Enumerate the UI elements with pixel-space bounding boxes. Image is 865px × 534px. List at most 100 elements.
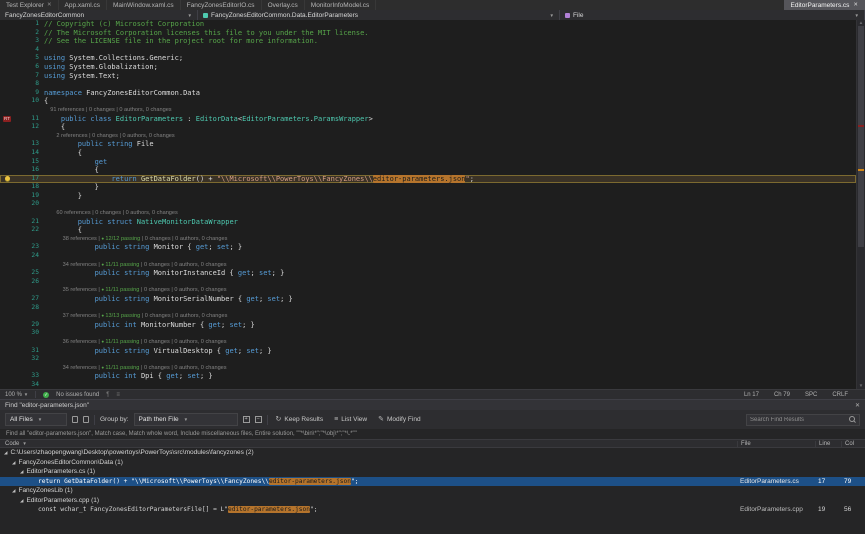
lightbulb-icon[interactable] [5, 176, 10, 181]
list-view-button[interactable]: ≡ List View [331, 414, 370, 426]
keep-results-button[interactable]: ↻ Keep Results [273, 414, 327, 426]
scroll-down-icon[interactable]: ▼ [857, 383, 865, 389]
tab-test-explorer[interactable]: Test Explorer✕ [0, 0, 59, 10]
codelens-line[interactable]: 34 references | 11/11 passing | 0 change… [0, 261, 856, 270]
column-header-code[interactable]: Code ▼ [0, 441, 737, 447]
group-by-dropdown[interactable]: Path then File ▼ [134, 413, 238, 426]
code-line[interactable]: 19 } [0, 192, 856, 201]
class-icon [203, 13, 208, 18]
code-line[interactable]: 12 { [0, 123, 856, 132]
expander-icon[interactable]: ◢ [20, 467, 23, 477]
find-summary: Find all "editor-parameters.json", Match… [0, 429, 865, 439]
indent-guides-icon[interactable]: ≡ [116, 392, 120, 398]
code-line[interactable]: 32 [0, 355, 856, 364]
expander-icon[interactable]: ◢ [20, 496, 23, 506]
code-line[interactable]: 14 { [0, 149, 856, 158]
codelens-line[interactable]: 91 references | 0 changes | 0 authors, 0… [0, 106, 856, 115]
project-dropdown[interactable]: FancyZonesEditorCommon ▼ [0, 10, 198, 20]
type-dropdown[interactable]: FancyZonesEditorCommon.Data.EditorParame… [198, 10, 560, 20]
find-result-row[interactable]: ◢C:\Users\zhaopengwang\Desktop\powertoys… [0, 448, 865, 458]
code-line[interactable]: 10{ [0, 97, 856, 106]
expander-icon[interactable]: ◢ [12, 486, 15, 496]
scrollbar-thumb[interactable] [858, 26, 864, 247]
expand-all-icon[interactable]: + [243, 416, 250, 423]
code-line[interactable]: 6using System.Globalization; [0, 63, 856, 72]
prev-result-icon[interactable] [72, 416, 78, 423]
find-result-row[interactable]: ◢EditorParameters.cpp (1) [0, 496, 865, 506]
code-line[interactable]: 17 return GetDataFolder() + "\\Microsoft… [0, 175, 856, 184]
code-line[interactable]: 8 [0, 80, 856, 89]
codelens-line[interactable]: 38 references | 12/12 passing | 0 change… [0, 235, 856, 244]
find-result-row[interactable]: const wchar_t FancyZonesEditorParameters… [0, 505, 865, 515]
collapse-all-icon[interactable]: − [255, 416, 262, 423]
code-line[interactable]: 28 [0, 304, 856, 313]
tab-app-xaml-cs[interactable]: App.xaml.cs [59, 0, 107, 10]
tab-active[interactable]: EditorParameters.cs ✕ [784, 0, 865, 10]
code-line[interactable]: 5using System.Collections.Generic; [0, 54, 856, 63]
find-result-row[interactable]: ◢EditorParameters.cs (1) [0, 467, 865, 477]
editor-scrollbar[interactable]: ▲ ▼ [856, 20, 865, 389]
code-line[interactable]: 18 } [0, 183, 856, 192]
tab-monitorinfomodel-cs[interactable]: MonitorInfoModel.cs [305, 0, 377, 10]
codelens-line[interactable]: 37 references | 13/13 passing | 0 change… [0, 312, 856, 321]
code-line[interactable]: 29 public int MonitorNumber { get; set; … [0, 321, 856, 330]
column-header-line[interactable]: Line [815, 441, 841, 447]
find-result-row[interactable]: return GetDataFolder() + "\\Microsoft\\P… [0, 477, 865, 487]
column-header-file[interactable]: File [737, 441, 815, 447]
tab-close-icon[interactable]: ✕ [47, 2, 52, 8]
find-result-row[interactable]: ◢FancyZonesLib (1) [0, 486, 865, 496]
tab-fancyzoneseditorio-cs[interactable]: FancyZonesEditorIO.cs [181, 0, 262, 10]
code-line[interactable]: 2// The Microsoft Corporation licenses t… [0, 29, 856, 38]
modify-find-button[interactable]: ✎ Modify Find [375, 414, 423, 426]
column-header-col[interactable]: Col [841, 441, 865, 447]
code-line[interactable]: 15 get [0, 158, 856, 167]
tab-close-icon[interactable]: ✕ [853, 2, 858, 8]
zoom-control[interactable]: 100 % ▼ [5, 392, 28, 398]
code-line[interactable]: 1// Copyright (c) Microsoft Corporation [0, 20, 856, 29]
code-line[interactable]: 31 public string VirtualDesktop { get; s… [0, 347, 856, 356]
code-line[interactable]: 26 [0, 278, 856, 287]
code-line[interactable]: 25 public string MonitorInstanceId { get… [0, 269, 856, 278]
margin-badge[interactable]: RT [3, 116, 11, 122]
tab-overlay-cs[interactable]: Overlay.cs [262, 0, 305, 10]
code-line[interactable]: 7using System.Text; [0, 72, 856, 81]
tab-label: App.xaml.cs [65, 2, 100, 9]
code-text: 60 references | 0 changes | 0 authors, 0… [44, 209, 856, 218]
code-line[interactable]: 27 public string MonitorSerialNumber { g… [0, 295, 856, 304]
codelens-line[interactable]: 60 references | 0 changes | 0 authors, 0… [0, 209, 856, 218]
paragraph-icon[interactable]: ¶ [106, 392, 109, 398]
find-panel-title-bar[interactable]: Find "editor-parameters.json" ✕ [0, 400, 865, 410]
glyph-margin [0, 347, 14, 356]
code-line[interactable]: 22 { [0, 226, 856, 235]
code-line[interactable]: 23 public string Monitor { get; set; } [0, 243, 856, 252]
scope-dropdown[interactable]: All Files ▼ [5, 413, 67, 426]
code-line[interactable]: 16 { [0, 166, 856, 175]
code-line[interactable]: 3// See the LICENSE file in the project … [0, 37, 856, 46]
expander-icon[interactable]: ◢ [12, 458, 15, 468]
code-line[interactable]: 4 [0, 46, 856, 55]
codelens-line[interactable]: 2 references | 0 changes | 0 authors, 0 … [0, 132, 856, 141]
codelens-line[interactable]: 34 references | 11/11 passing | 0 change… [0, 364, 856, 373]
tab-mainwindow-xaml-cs[interactable]: MainWindow.xaml.cs [107, 0, 181, 10]
code-line[interactable]: 34 [0, 381, 856, 389]
code-line[interactable]: 21 public struct NativeMonitorDataWrappe… [0, 218, 856, 227]
expander-icon[interactable]: ◢ [4, 448, 7, 458]
code-line[interactable]: 13 public string File [0, 140, 856, 149]
search-find-results-box[interactable] [746, 414, 860, 426]
code-line[interactable]: 20 [0, 200, 856, 209]
code-area[interactable]: 1// Copyright (c) Microsoft Corporation2… [0, 20, 856, 389]
code-line[interactable]: 30 [0, 329, 856, 338]
member-dropdown[interactable]: File ▼ [560, 10, 865, 20]
code-line[interactable]: 33 public int Dpi { get; set; } [0, 372, 856, 381]
code-editor[interactable]: 1// Copyright (c) Microsoft Corporation2… [0, 20, 865, 389]
code-line[interactable]: 24 [0, 252, 856, 261]
find-result-row[interactable]: ◢FancyZonesEditorCommon\Data (1) [0, 458, 865, 468]
codelens-line[interactable]: 35 references | 11/11 passing | 0 change… [0, 286, 856, 295]
codelens-line[interactable]: 36 references | 11/11 passing | 0 change… [0, 338, 856, 347]
close-icon[interactable]: ✕ [855, 402, 860, 409]
next-result-icon[interactable] [83, 416, 89, 423]
code-line[interactable]: 9namespace FancyZonesEditorCommon.Data [0, 89, 856, 98]
status-item: Ln 17 [744, 392, 759, 398]
search-find-results-input[interactable] [750, 417, 846, 423]
code-line[interactable]: RT11 public class EditorParameters : Edi… [0, 115, 856, 124]
